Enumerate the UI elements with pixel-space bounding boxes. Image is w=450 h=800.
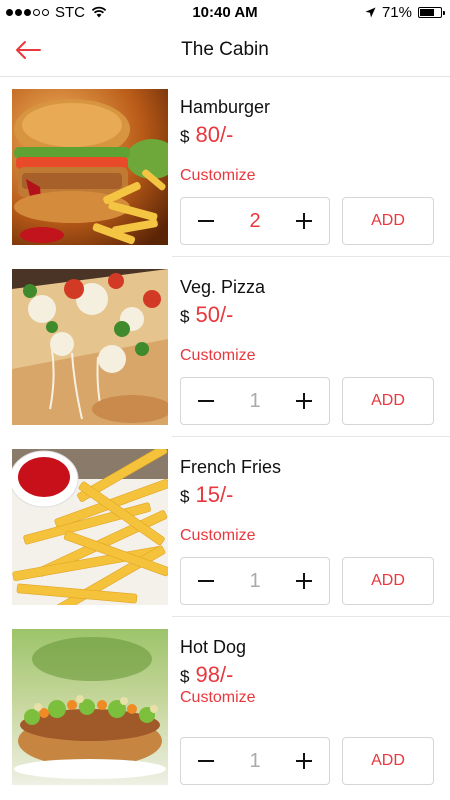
pizza-image — [12, 269, 168, 425]
quantity-stepper: 1 — [180, 377, 330, 425]
battery-level — [420, 8, 435, 16]
menu-item: Veg. Pizza $ 50/- Customize 1 ADD — [0, 257, 450, 437]
quantity-value: 1 — [249, 389, 261, 412]
item-price: $ 50/- — [180, 302, 233, 328]
back-arrow-icon — [16, 41, 41, 59]
hamburger-image — [12, 89, 168, 245]
wifi-icon — [91, 6, 107, 18]
menu-item: Hot Dog $ 98/- Customize 1 ADD — [0, 617, 450, 797]
page-title: The Cabin — [181, 39, 269, 60]
increase-button[interactable] — [279, 378, 329, 424]
quantity-stepper: 1 — [180, 557, 330, 605]
item-price: $ 15/- — [180, 482, 233, 508]
signal-strength-icon — [6, 8, 49, 16]
customize-link[interactable]: Customize — [180, 347, 256, 365]
currency-symbol: $ — [180, 127, 190, 146]
currency-symbol: $ — [180, 307, 190, 326]
minus-icon — [198, 580, 214, 582]
price-amount: 80/- — [195, 122, 234, 147]
decrease-button[interactable] — [181, 198, 231, 244]
fries-image — [12, 449, 168, 605]
plus-icon — [296, 573, 312, 589]
hotdog-image — [12, 629, 168, 785]
battery-icon — [418, 6, 445, 18]
item-name: French Fries — [180, 457, 282, 477]
increase-button[interactable] — [279, 738, 329, 784]
price-amount: 50/- — [195, 302, 234, 327]
quantity-value: 1 — [249, 749, 261, 772]
price-amount: 15/- — [195, 482, 234, 507]
item-name: Veg. Pizza — [180, 277, 266, 297]
price-amount: 98/- — [195, 662, 234, 687]
decrease-button[interactable] — [181, 738, 231, 784]
add-button[interactable]: ADD — [342, 377, 434, 425]
add-button[interactable]: ADD — [342, 737, 434, 785]
plus-icon — [296, 753, 312, 769]
item-price: $ 80/- — [180, 122, 233, 148]
item-name: Hamburger — [180, 97, 271, 117]
increase-button[interactable] — [279, 198, 329, 244]
decrease-button[interactable] — [181, 558, 231, 604]
back-button[interactable] — [10, 34, 46, 66]
plus-icon — [296, 213, 312, 229]
increase-button[interactable] — [279, 558, 329, 604]
plus-icon — [296, 393, 312, 409]
menu-list: Hamburger $ 80/- Customize 2 ADD Veg. Pi… — [0, 77, 450, 797]
currency-symbol: $ — [180, 487, 190, 506]
status-left: STC — [0, 4, 107, 21]
decrease-button[interactable] — [181, 378, 231, 424]
nav-bar: The Cabin — [0, 24, 450, 77]
quantity-value: 1 — [249, 569, 261, 592]
battery-percent: 71% — [381, 3, 412, 21]
add-button[interactable]: ADD — [342, 557, 434, 605]
customize-link[interactable]: Customize — [180, 167, 256, 185]
status-right: 71% — [365, 4, 450, 21]
quantity-value: 2 — [249, 209, 261, 232]
menu-item: Hamburger $ 80/- Customize 2 ADD — [0, 77, 450, 257]
menu-item: French Fries $ 15/- Customize 1 ADD — [0, 437, 450, 617]
quantity-stepper: 1 — [180, 737, 330, 785]
currency-symbol: $ — [180, 667, 190, 686]
customize-link[interactable]: Customize — [180, 689, 256, 707]
item-name: Hot Dog — [180, 637, 247, 657]
carrier-name: STC — [55, 3, 85, 21]
item-price: $ 98/- — [180, 662, 233, 688]
status-bar: STC 10:40 AM 71% — [0, 0, 450, 24]
minus-icon — [198, 760, 214, 762]
minus-icon — [198, 220, 214, 222]
location-arrow-icon — [365, 7, 376, 17]
customize-link[interactable]: Customize — [180, 527, 256, 545]
quantity-stepper: 2 — [180, 197, 330, 245]
add-button[interactable]: ADD — [342, 197, 434, 245]
minus-icon — [198, 400, 214, 402]
